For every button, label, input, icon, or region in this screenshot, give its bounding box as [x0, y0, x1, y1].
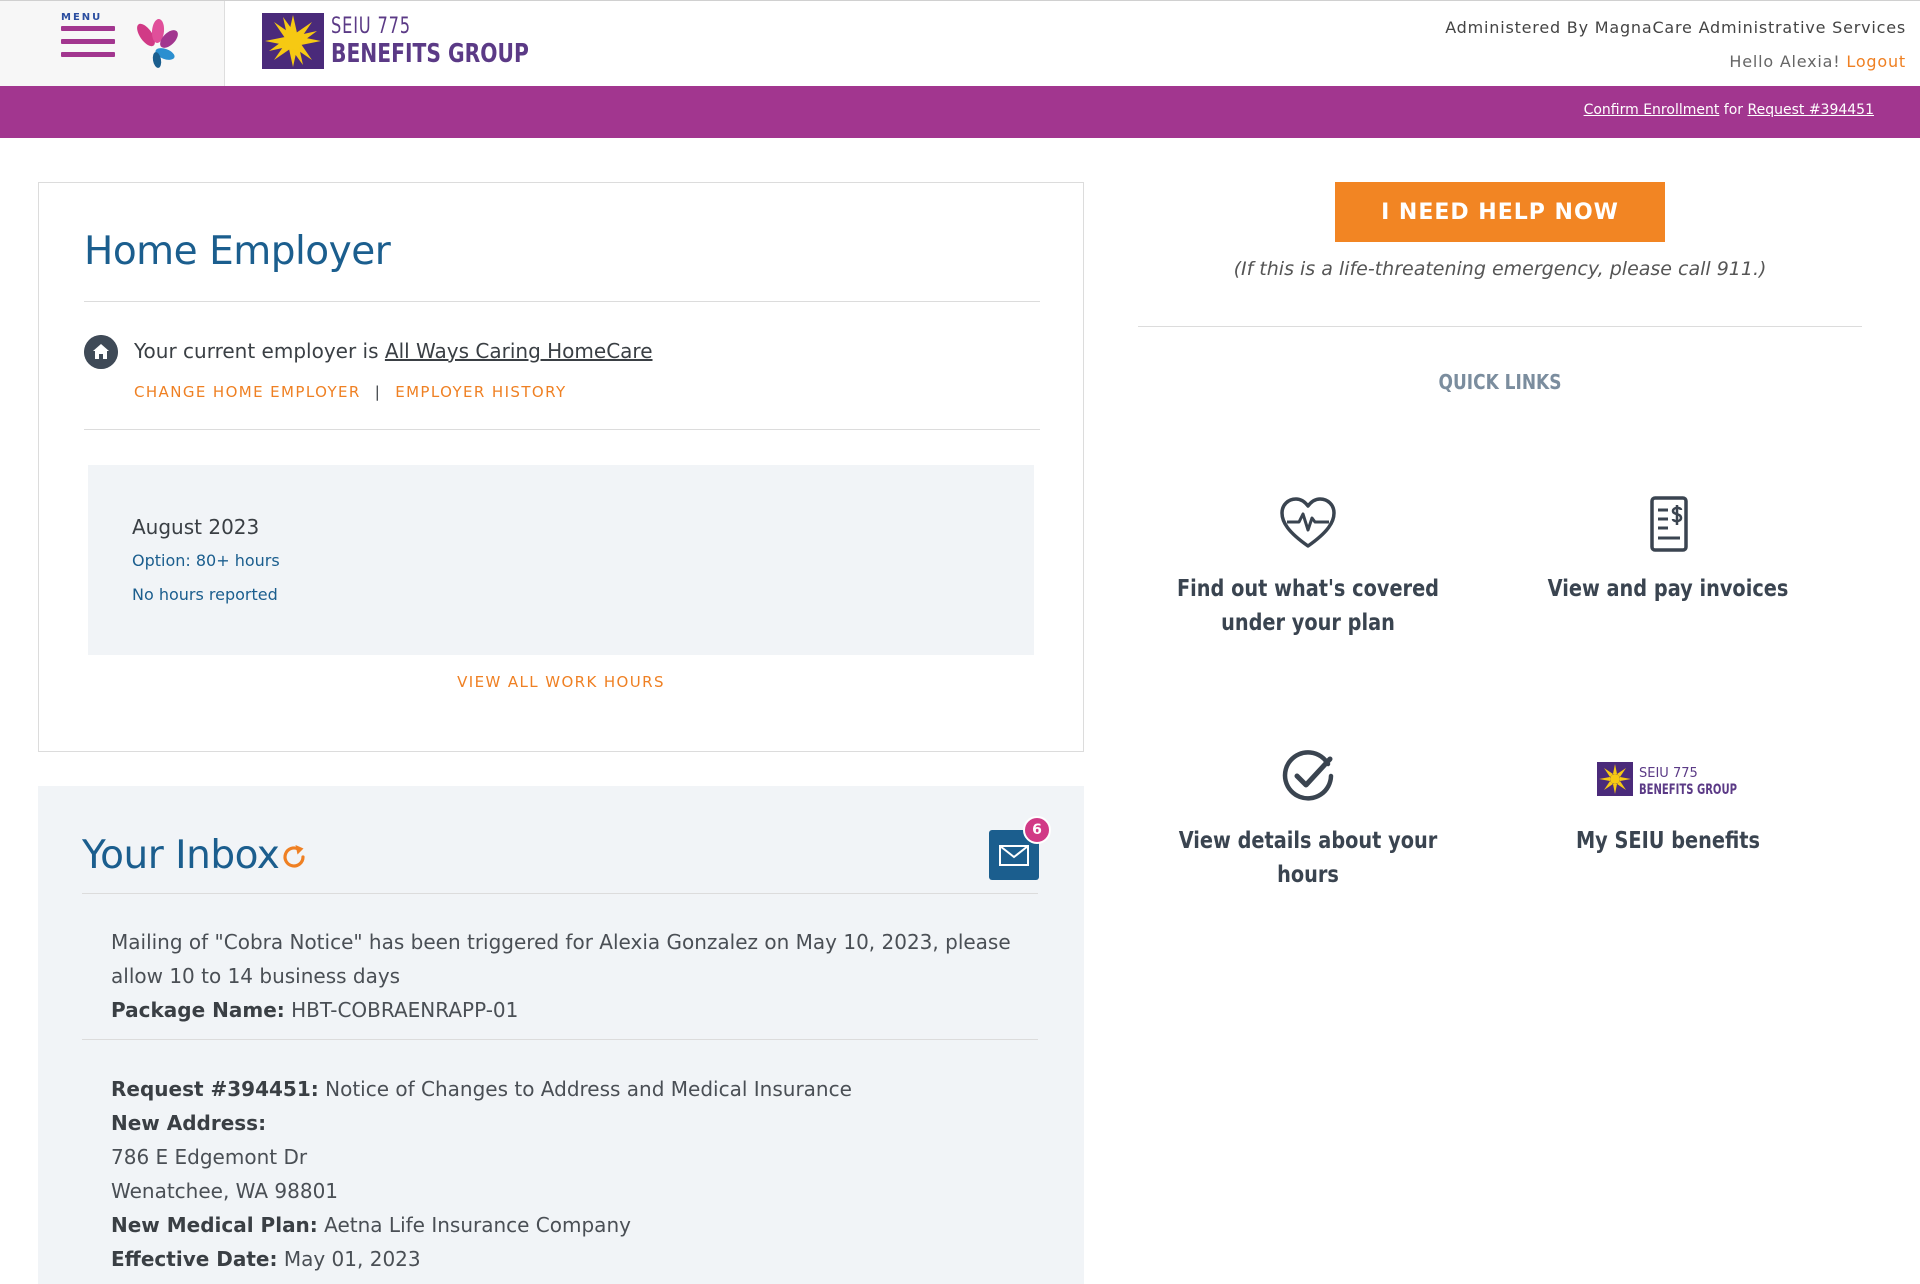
inbox-message[interactable]: Request #394451: Notice of Changes to Ad… [111, 1072, 852, 1276]
banner-connector: for [1723, 102, 1744, 118]
quick-link-label: View and pay invoices [1547, 576, 1789, 602]
medical-plan-value: Aetna Life Insurance Company [324, 1213, 631, 1237]
effective-date-value: May 01, 2023 [283, 1247, 421, 1271]
work-hours-summary: August 2023 Option: 80+ hours No hours r… [88, 465, 1034, 655]
home-icon [84, 335, 118, 369]
current-employer-prefix: Your current employer is [134, 339, 379, 363]
package-name-row: Package Name: HBT-COBRAENRAPP-01 [111, 993, 1011, 1027]
divider [1138, 326, 1862, 327]
message-line: Mailing of "Cobra Notice" has been trigg… [111, 930, 1011, 954]
menu-label[interactable]: MENU [61, 12, 102, 23]
notification-banner: Confirm Enrollment for Request #394451 [0, 86, 1920, 138]
change-home-employer-link[interactable]: CHANGE HOME EMPLOYER [134, 383, 361, 401]
message-line: allow 10 to 14 business days [111, 964, 401, 988]
logout-link[interactable]: Logout [1846, 52, 1906, 71]
greeting-text: Hello Alexia! [1729, 52, 1841, 71]
user-greeting: Hello Alexia! Logout [1729, 52, 1906, 71]
quick-link-label: Find out what's covered under your plan [1176, 576, 1440, 636]
effective-date-row: Effective Date: May 01, 2023 [111, 1242, 852, 1276]
seiu-logo-line1: SEIU 775 [1639, 766, 1698, 781]
quick-link-invoices[interactable]: View and pay invoices [1488, 494, 1848, 606]
divider [82, 893, 1038, 894]
hamburger-menu-icon[interactable] [61, 26, 115, 64]
quick-link-label: My SEIU benefits [1575, 828, 1761, 854]
employer-history-link[interactable]: EMPLOYER HISTORY [395, 383, 566, 401]
quick-link-hours[interactable]: View details about your hours [1128, 746, 1488, 892]
quick-links-title: QUICK LINKS [1438, 370, 1562, 394]
current-employer-link[interactable]: All Ways Caring HomeCare [385, 339, 653, 363]
divider [84, 301, 1040, 302]
employer-actions: CHANGE HOME EMPLOYER | EMPLOYER HISTORY [134, 383, 567, 401]
hours-reported-status: No hours reported [132, 585, 278, 604]
quick-link-label: View details about your hours [1178, 828, 1438, 888]
confirm-enrollment-link[interactable]: Confirm Enrollment [1584, 102, 1720, 118]
divider [82, 1039, 1038, 1040]
inbox-title: Your Inbox [82, 833, 280, 878]
divider [84, 429, 1040, 430]
effective-date-label: Effective Date: [111, 1247, 278, 1271]
quick-link-seiu-benefits[interactable]: SEIU 775 BENEFITS GROUP My SEIU benefits [1488, 746, 1848, 858]
brand-name-line1: SEIU 775 [331, 14, 411, 39]
emergency-note: (If this is a life-threatening emergency… [1233, 258, 1767, 280]
refresh-icon[interactable] [279, 842, 309, 872]
medical-plan-label: New Medical Plan: [111, 1213, 318, 1237]
menu-area: MENU [0, 1, 225, 87]
quick-link-coverage[interactable]: Find out what's covered under your plan [1128, 494, 1488, 640]
site-header: MENU SEIU 775 BENEFITS GROUP Administere… [0, 0, 1920, 87]
address-line2: Wenatchee, WA 98801 [111, 1179, 339, 1203]
sun-logo-icon [262, 13, 324, 69]
inbox-card: Your Inbox 6 Mailing of "Cobra Notice" h… [38, 786, 1084, 1284]
medical-plan-row: New Medical Plan: Aetna Life Insurance C… [111, 1208, 852, 1242]
current-employer-text: Your current employer is All Ways Caring… [134, 339, 653, 363]
home-employer-card: Home Employer Your current employer is A… [38, 182, 1084, 752]
address-line1: 786 E Edgemont Dr [111, 1145, 308, 1169]
help-now-button[interactable]: I NEED HELP NOW [1335, 182, 1665, 242]
unread-count-badge: 6 [1023, 816, 1051, 844]
heart-pulse-icon [1280, 497, 1336, 548]
request-row: Request #394451: Notice of Changes to Ad… [111, 1072, 852, 1106]
invoice-icon [1650, 496, 1688, 552]
hours-month: August 2023 [132, 515, 260, 539]
check-circle-icon [1282, 750, 1334, 801]
administered-by-text: Administered By MagnaCare Administrative… [1445, 18, 1906, 37]
request-value: Notice of Changes to Address and Medical… [325, 1077, 852, 1101]
hours-option: Option: 80+ hours [132, 551, 280, 570]
banner-text: Confirm Enrollment for Request #394451 [1584, 102, 1874, 118]
brand-name-line2: BENEFITS GROUP [331, 39, 529, 69]
inbox-message[interactable]: Mailing of "Cobra Notice" has been trigg… [111, 925, 1011, 1027]
home-employer-title: Home Employer [84, 229, 391, 274]
seiu-logo-line2: BENEFITS GROUP [1639, 782, 1737, 798]
request-label: Request #394451: [111, 1077, 319, 1101]
package-name-value: HBT-COBRAENRAPP-01 [291, 998, 519, 1022]
action-separator: | [374, 383, 382, 401]
request-link[interactable]: Request #394451 [1748, 102, 1875, 118]
seiu-logo: SEIU 775 BENEFITS GROUP [1597, 762, 1737, 798]
new-address-label: New Address: [111, 1111, 267, 1135]
view-all-work-hours-link[interactable]: VIEW ALL WORK HOURS [39, 673, 1083, 691]
package-name-label: Package Name: [111, 998, 285, 1022]
petal-logo-icon[interactable] [132, 17, 180, 69]
